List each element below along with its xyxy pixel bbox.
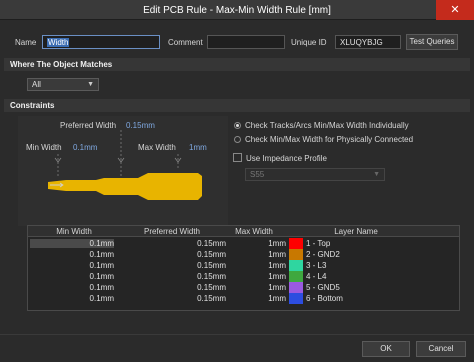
cancel-button[interactable]: Cancel — [416, 341, 466, 357]
preferred-width-value[interactable]: 0.15mm — [126, 121, 155, 130]
cell-max-width[interactable]: 1mm — [228, 272, 286, 281]
cell-max-width[interactable]: 1mm — [228, 294, 286, 303]
ok-button[interactable]: OK — [362, 341, 410, 357]
unique-id-label: Unique ID — [291, 38, 327, 47]
impedance-profile-dropdown[interactable]: S55 ▼ — [245, 168, 385, 181]
column-header-layer-name[interactable]: Layer Name — [332, 227, 380, 236]
column-header-min-width[interactable]: Min Width — [36, 227, 112, 236]
cell-preferred-width[interactable]: 0.15mm — [118, 239, 226, 248]
cell-min-width[interactable]: 0.1mm — [30, 294, 114, 303]
name-label: Name — [15, 38, 37, 47]
cell-layer-name: 3 - L3 — [306, 261, 327, 270]
scope-dropdown[interactable]: All ▼ — [27, 78, 99, 91]
table-row[interactable]: 0.1mm 0.15mm 1mm 3 - L3 — [28, 260, 459, 271]
table-row[interactable]: 0.1mm 0.15mm 1mm 5 - GND5 — [28, 282, 459, 293]
chevron-down-icon: ▼ — [87, 81, 94, 88]
cell-preferred-width[interactable]: 0.15mm — [118, 272, 226, 281]
table-row[interactable]: 0.1mm 0.15mm 1mm 4 - L4 — [28, 271, 459, 282]
where-section-header: Where The Object Matches — [4, 58, 470, 71]
cell-min-width[interactable]: 0.1mm — [30, 272, 114, 281]
layer-color-swatch — [289, 293, 303, 304]
table-row[interactable]: 0.1mm 0.15mm 1mm 6 - Bottom — [28, 293, 459, 304]
impedance-profile-value: S55 — [250, 170, 265, 179]
layer-color-swatch — [289, 249, 303, 260]
title-bar: Edit PCB Rule - Max-Min Width Rule [mm] … — [0, 0, 474, 20]
column-header-max-width[interactable]: Max Width — [224, 227, 284, 236]
layer-color-swatch — [289, 282, 303, 293]
max-width-label: Max Width — [138, 143, 176, 152]
cell-max-width[interactable]: 1mm — [228, 250, 286, 259]
comment-field[interactable] — [207, 35, 285, 49]
close-button[interactable]: ✕ — [436, 0, 474, 20]
cell-layer-name: 6 - Bottom — [306, 294, 343, 303]
window-title: Edit PCB Rule - Max-Min Width Rule [mm] — [143, 5, 331, 16]
unique-id-field[interactable]: XLUQYBJG — [335, 35, 401, 49]
unique-id-value: XLUQYBJG — [340, 38, 383, 47]
layer-color-swatch — [289, 271, 303, 282]
cell-max-width[interactable]: 1mm — [228, 239, 286, 248]
cell-min-width[interactable]: 0.1mm — [30, 261, 114, 270]
max-width-value[interactable]: 1mm — [189, 143, 207, 152]
cell-preferred-width[interactable]: 0.15mm — [118, 294, 226, 303]
radio-check-individually[interactable] — [234, 122, 241, 129]
use-impedance-label: Use Impedance Profile — [246, 154, 327, 163]
cell-max-width[interactable]: 1mm — [228, 283, 286, 292]
name-field-value: Width — [47, 38, 70, 47]
chevron-down-icon: ▼ — [373, 171, 380, 178]
min-width-label: Min Width — [26, 143, 62, 152]
comment-label: Comment — [168, 38, 203, 47]
use-impedance-checkbox[interactable] — [233, 153, 242, 162]
scope-dropdown-value: All — [32, 80, 41, 89]
cell-layer-name: 4 - L4 — [306, 272, 327, 281]
width-diagram — [18, 116, 228, 226]
constraints-section-header: Constraints — [4, 99, 470, 112]
radio-check-physically-connected-label: Check Min/Max Width for Physically Conne… — [245, 135, 414, 144]
dialog-footer: OK Cancel — [0, 334, 474, 362]
close-icon: ✕ — [450, 4, 460, 16]
min-width-value[interactable]: 0.1mm — [73, 143, 97, 152]
cell-max-width[interactable]: 1mm — [228, 261, 286, 270]
radio-check-individually-label: Check Tracks/Arcs Min/Max Width Individu… — [245, 121, 409, 130]
cell-layer-name: 2 - GND2 — [306, 250, 340, 259]
layer-color-swatch — [289, 238, 303, 249]
layer-width-table: Min Width Preferred Width Max Width Laye… — [27, 225, 460, 311]
table-row[interactable]: 0.1mm 0.15mm 1mm 1 - Top — [28, 238, 459, 249]
preferred-width-label: Preferred Width — [60, 121, 117, 130]
radio-check-physically-connected[interactable] — [234, 136, 241, 143]
cell-min-width[interactable]: 0.1mm — [30, 283, 114, 292]
diagram-background — [18, 116, 228, 226]
table-header: Min Width Preferred Width Max Width Laye… — [28, 226, 459, 237]
column-header-preferred-width[interactable]: Preferred Width — [118, 227, 226, 236]
cell-preferred-width[interactable]: 0.15mm — [118, 261, 226, 270]
cell-min-width[interactable]: 0.1mm — [30, 250, 114, 259]
cell-preferred-width[interactable]: 0.15mm — [118, 250, 226, 259]
table-row[interactable]: 0.1mm 0.15mm 1mm 2 - GND2 — [28, 249, 459, 260]
layer-color-swatch — [289, 260, 303, 271]
name-field[interactable]: Width — [42, 35, 160, 49]
cell-preferred-width[interactable]: 0.15mm — [118, 283, 226, 292]
test-queries-button[interactable]: Test Queries — [406, 34, 458, 50]
cell-min-width[interactable]: 0.1mm — [30, 239, 114, 248]
cell-layer-name: 1 - Top — [306, 239, 331, 248]
cell-layer-name: 5 - GND5 — [306, 283, 340, 292]
